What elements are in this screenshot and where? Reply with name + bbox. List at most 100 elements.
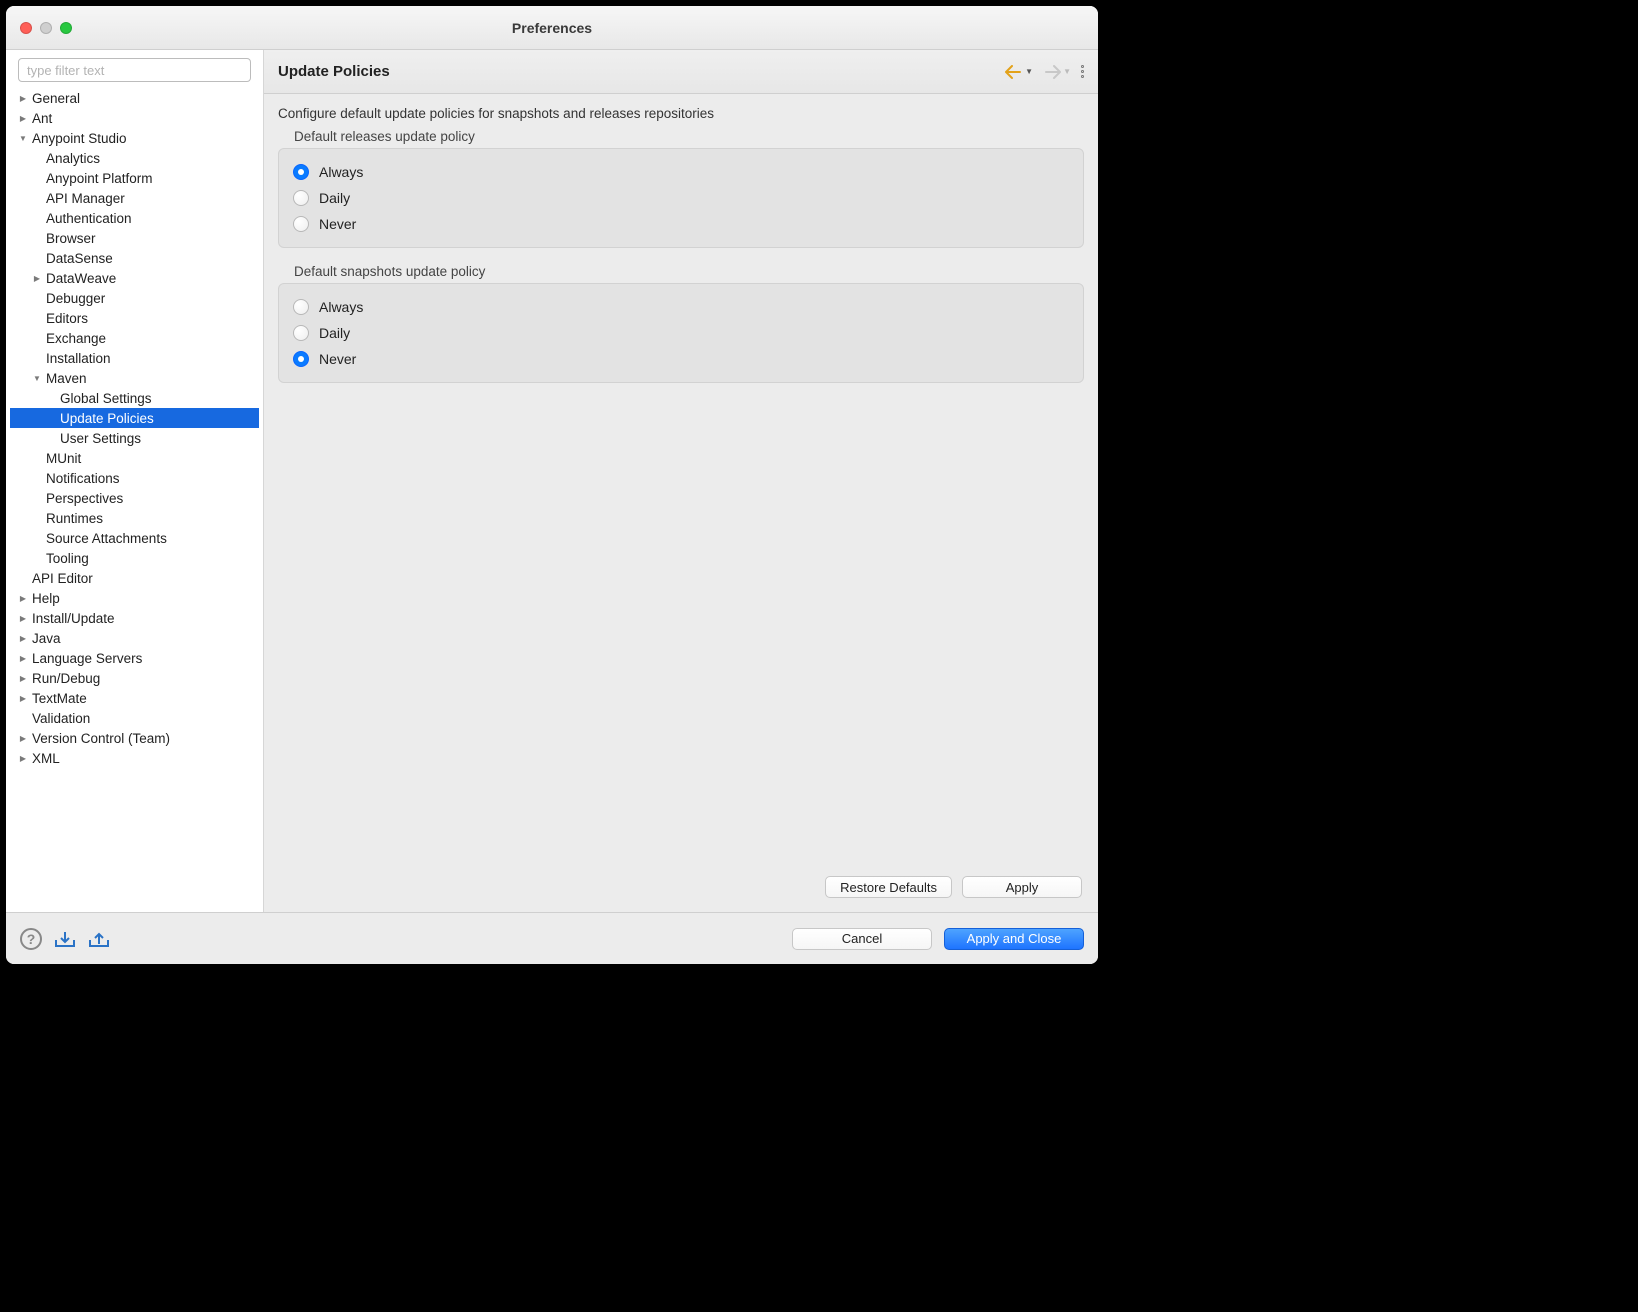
radio-label: Never bbox=[319, 351, 356, 367]
radio-button-icon bbox=[293, 325, 309, 341]
question-mark-icon: ? bbox=[27, 931, 36, 947]
tree-item-label: DataWeave bbox=[44, 271, 116, 286]
dot-icon bbox=[1081, 75, 1084, 78]
tree-item[interactable]: User Settings bbox=[10, 428, 259, 448]
tree-item[interactable]: ▶Language Servers bbox=[10, 648, 259, 668]
tree-item[interactable]: ▼Maven bbox=[10, 368, 259, 388]
tree-item[interactable]: Editors bbox=[10, 308, 259, 328]
tree-item[interactable]: ▶Ant bbox=[10, 108, 259, 128]
chevron-right-icon: ▶ bbox=[16, 634, 30, 643]
tree-item[interactable]: Analytics bbox=[10, 148, 259, 168]
tree-item-label: User Settings bbox=[58, 431, 141, 446]
help-button[interactable]: ? bbox=[20, 928, 42, 950]
tree-item[interactable]: Installation bbox=[10, 348, 259, 368]
nav-back-button[interactable]: ▼ bbox=[1003, 63, 1035, 81]
chevron-right-icon: ▶ bbox=[16, 694, 30, 703]
tree-item-label: Anypoint Platform bbox=[44, 171, 153, 186]
tree-item[interactable]: ▶Install/Update bbox=[10, 608, 259, 628]
radio-option[interactable]: Always bbox=[293, 294, 1069, 320]
tree-item[interactable]: ▼Anypoint Studio bbox=[10, 128, 259, 148]
window-body: ▶General▶Ant▼Anypoint StudioAnalytics Any… bbox=[6, 50, 1098, 912]
tree-item[interactable]: API Manager bbox=[10, 188, 259, 208]
chevron-right-icon: ▶ bbox=[16, 614, 30, 623]
import-icon bbox=[54, 930, 76, 948]
export-icon bbox=[88, 930, 110, 948]
dot-icon bbox=[1081, 65, 1084, 68]
import-prefs-button[interactable] bbox=[54, 930, 76, 948]
overflow-menu-button[interactable] bbox=[1079, 63, 1086, 80]
tree-item[interactable]: Notifications bbox=[10, 468, 259, 488]
chevron-right-icon: ▶ bbox=[16, 114, 30, 123]
radio-option[interactable]: Always bbox=[293, 159, 1069, 185]
tree-item[interactable]: Validation bbox=[10, 708, 259, 728]
tree-item[interactable]: Update Policies bbox=[10, 408, 259, 428]
chevron-down-icon: ▼ bbox=[16, 134, 30, 143]
main-content: Configure default update policies for sn… bbox=[264, 94, 1098, 912]
export-prefs-button[interactable] bbox=[88, 930, 110, 948]
tree-item[interactable]: ▶Help bbox=[10, 588, 259, 608]
arrow-left-icon bbox=[1005, 65, 1023, 79]
tree-item[interactable]: Source Attachments bbox=[10, 528, 259, 548]
tree-item[interactable]: ▶General bbox=[10, 88, 259, 108]
tree-item[interactable]: Debugger bbox=[10, 288, 259, 308]
radio-option[interactable]: Never bbox=[293, 211, 1069, 237]
tree-item[interactable]: API Editor bbox=[10, 568, 259, 588]
radio-option[interactable]: Daily bbox=[293, 320, 1069, 346]
tree-item[interactable]: Perspectives bbox=[10, 488, 259, 508]
titlebar: Preferences bbox=[6, 6, 1098, 50]
radio-option[interactable]: Never bbox=[293, 346, 1069, 372]
tree-item-label: MUnit bbox=[44, 451, 81, 466]
tree-item[interactable]: DataSense bbox=[10, 248, 259, 268]
chevron-down-icon: ▼ bbox=[30, 374, 44, 383]
cancel-button[interactable]: Cancel bbox=[792, 928, 932, 950]
dialog-footer: ? Cancel Apply and Close bbox=[6, 912, 1098, 964]
tree-item[interactable]: ▶Java bbox=[10, 628, 259, 648]
radio-label: Always bbox=[319, 299, 363, 315]
tree-item-label: Help bbox=[30, 591, 60, 606]
tree-item[interactable]: Authentication bbox=[10, 208, 259, 228]
tree-item[interactable]: ▶Version Control (Team) bbox=[10, 728, 259, 748]
tree-item-label: API Editor bbox=[30, 571, 93, 586]
tree-item-label: Tooling bbox=[44, 551, 89, 566]
radio-button-icon bbox=[293, 351, 309, 367]
restore-defaults-button[interactable]: Restore Defaults bbox=[825, 876, 952, 898]
tree-item[interactable]: MUnit bbox=[10, 448, 259, 468]
chevron-right-icon: ▶ bbox=[16, 94, 30, 103]
tree-item-label: Perspectives bbox=[44, 491, 123, 506]
radio-option[interactable]: Daily bbox=[293, 185, 1069, 211]
apply-button[interactable]: Apply bbox=[962, 876, 1082, 898]
tree-item-label: Java bbox=[30, 631, 61, 646]
dot-icon bbox=[1081, 70, 1084, 73]
tree-item-label: TextMate bbox=[30, 691, 87, 706]
nav-forward-button[interactable]: ▼ bbox=[1041, 63, 1073, 81]
tree-item[interactable]: Tooling bbox=[10, 548, 259, 568]
tree-item[interactable]: Browser bbox=[10, 228, 259, 248]
preferences-main: Update Policies ▼ ▼ bbox=[264, 50, 1098, 912]
main-header: Update Policies ▼ ▼ bbox=[264, 50, 1098, 94]
radio-label: Never bbox=[319, 216, 356, 232]
chevron-right-icon: ▶ bbox=[16, 594, 30, 603]
chevron-right-icon: ▶ bbox=[16, 674, 30, 683]
tree-item[interactable]: ▶Run/Debug bbox=[10, 668, 259, 688]
radio-group: AlwaysDaily Never bbox=[278, 148, 1084, 248]
tree-item[interactable]: ▶DataWeave bbox=[10, 268, 259, 288]
preferences-sidebar: ▶General▶Ant▼Anypoint StudioAnalytics Any… bbox=[6, 50, 264, 912]
arrow-right-icon bbox=[1043, 65, 1061, 79]
tree-item-label: Validation bbox=[30, 711, 90, 726]
tree-item[interactable]: Runtimes bbox=[10, 508, 259, 528]
group-label: Default releases update policy bbox=[294, 129, 1084, 144]
tree-item[interactable]: Anypoint Platform bbox=[10, 168, 259, 188]
filter-input[interactable] bbox=[18, 58, 251, 82]
header-toolbar: ▼ ▼ bbox=[1003, 63, 1086, 81]
tree-item[interactable]: ▶XML bbox=[10, 748, 259, 768]
tree-item-label: Maven bbox=[44, 371, 87, 386]
apply-and-close-button[interactable]: Apply and Close bbox=[944, 928, 1084, 950]
page-button-row: Restore Defaults Apply bbox=[278, 876, 1084, 904]
tree-item[interactable]: Global Settings bbox=[10, 388, 259, 408]
tree-item-label: Authentication bbox=[44, 211, 132, 226]
tree-item-label: Source Attachments bbox=[44, 531, 167, 546]
tree-item[interactable]: ▶TextMate bbox=[10, 688, 259, 708]
preferences-tree[interactable]: ▶General▶Ant▼Anypoint StudioAnalytics Any… bbox=[10, 88, 259, 908]
preferences-window: Preferences ▶General▶Ant▼Anypoint Studio… bbox=[6, 6, 1098, 964]
tree-item[interactable]: Exchange bbox=[10, 328, 259, 348]
